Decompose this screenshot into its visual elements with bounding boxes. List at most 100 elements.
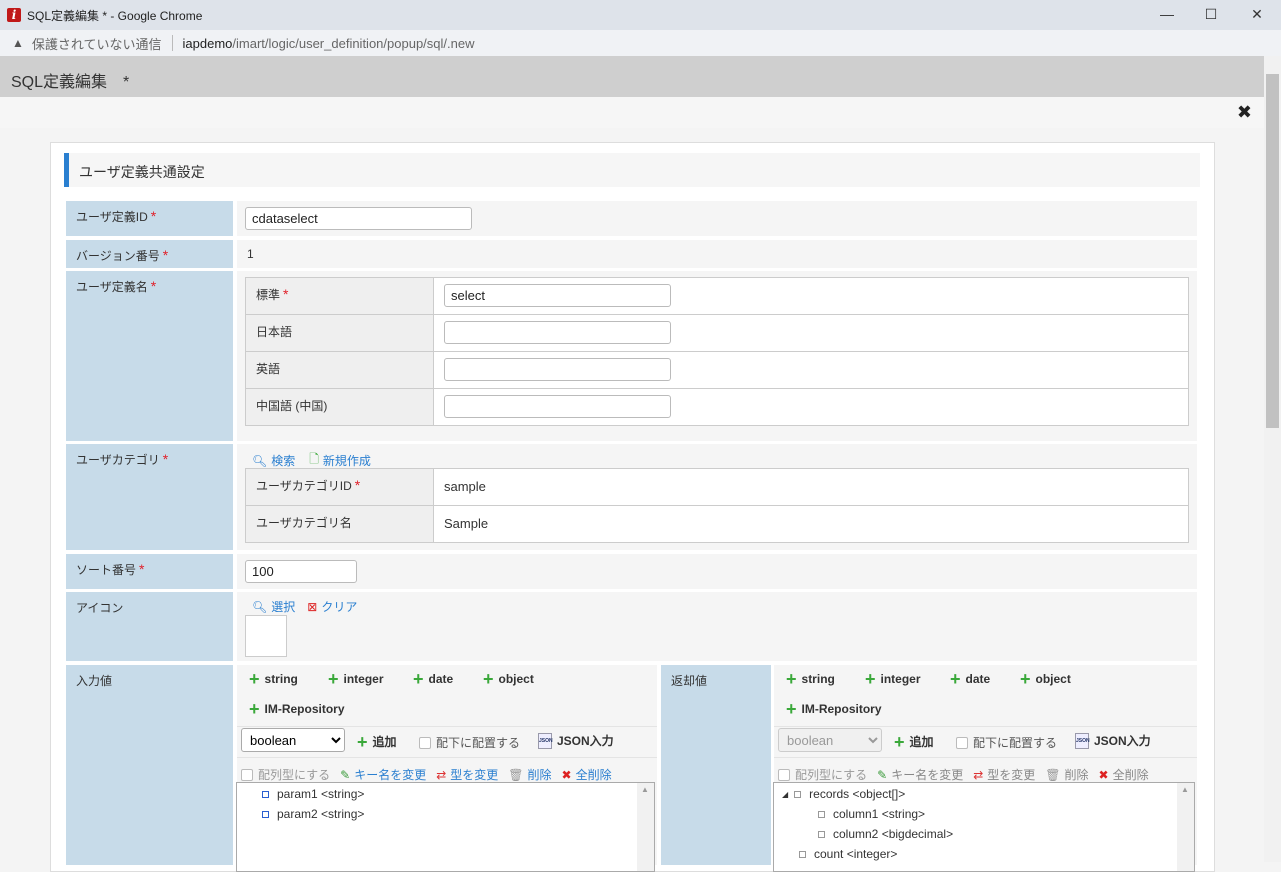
icon-select-link[interactable]: 🔍︎ 選択	[252, 598, 295, 615]
name-table: 標準* 日本語 英語 中国語 (中国)	[245, 277, 1189, 426]
label-text: ユーザ定義ID	[76, 210, 148, 224]
in-array-checkbox[interactable]: 配列型にする	[241, 766, 330, 783]
category-id-label: ユーザカテゴリID *	[245, 468, 434, 506]
name-english-input[interactable]	[444, 358, 671, 381]
button-text: キー名を変更	[891, 768, 964, 782]
in-json-input-button[interactable]: JSON JSON入力	[538, 732, 614, 749]
tree-node[interactable]: count <integer>	[799, 847, 897, 861]
sort-number-label: ソート番号 *	[66, 554, 233, 589]
out-add-object-button[interactable]: + object	[1020, 670, 1071, 688]
in-add-button[interactable]: + 追加	[357, 733, 397, 751]
in-place-under-checkbox[interactable]: 配下に配置する	[419, 734, 520, 751]
in-add-integer-button[interactable]: + integer	[328, 670, 384, 688]
tree-node[interactable]: param2 <string>	[262, 807, 364, 821]
node-icon	[818, 830, 825, 838]
expand-icon[interactable]: ◢	[782, 790, 788, 799]
input-values-label: 入力値	[66, 665, 233, 865]
tree-node[interactable]: column1 <string>	[818, 807, 925, 821]
version-value: 1	[237, 240, 1197, 268]
warning-icon: ▲	[12, 36, 24, 50]
out-tree-toolbar: 配列型にする ✎ キー名を変更 ⇄ 型を変更 🗑︎ 削除 ✖ 全削除	[778, 766, 1149, 783]
out-array-checkbox[interactable]: 配列型にする	[778, 766, 867, 783]
category-id-value: sample	[433, 468, 1189, 506]
icon-clear-link[interactable]: ⊠ クリア	[307, 598, 357, 615]
sort-number-input[interactable]	[245, 560, 357, 583]
plus-icon: +	[786, 669, 797, 689]
in-delete-button[interactable]: 🗑︎ 削除	[508, 766, 551, 783]
checkbox[interactable]	[778, 768, 790, 781]
json-file-icon: JSON	[1075, 732, 1090, 749]
out-place-under-checkbox[interactable]: 配下に配置する	[956, 734, 1057, 751]
name-japanese-input[interactable]	[444, 321, 671, 344]
required-mark: *	[354, 477, 361, 493]
icon-actions: 🔍︎ 選択 ⊠ クリア	[252, 598, 357, 615]
icon-preview	[245, 615, 287, 657]
type-text: date	[965, 672, 991, 686]
out-delete-all-button[interactable]: ✖ 全削除	[1099, 766, 1149, 783]
in-rename-key-button[interactable]: ✎ キー名を変更	[340, 766, 426, 783]
close-window-button[interactable]: ✕	[1247, 6, 1267, 23]
button-text: 追加	[372, 735, 397, 749]
in-type-select[interactable]: boolean	[241, 728, 345, 752]
maximize-button[interactable]: ☐	[1201, 6, 1221, 23]
minimize-button[interactable]: —	[1157, 6, 1177, 22]
scroll-up-icon[interactable]: ▲	[641, 785, 649, 794]
out-add-integer-button[interactable]: + integer	[865, 670, 921, 688]
out-json-input-button[interactable]: JSON JSON入力	[1075, 732, 1151, 749]
required-mark: *	[162, 247, 169, 263]
out-type-select[interactable]: boolean	[778, 728, 882, 752]
in-tree[interactable]: ▲ param1 <string> param2 <string>	[236, 782, 655, 872]
address-bar[interactable]: ▲ 保護されていない通信 iapdemo/imart/logic/user_de…	[0, 30, 1281, 56]
checkbox[interactable]	[419, 736, 431, 749]
in-add-object-button[interactable]: + object	[483, 670, 534, 688]
clear-image-icon: ⊠	[307, 599, 318, 614]
window-title: SQL定義編集 * - Google Chrome	[27, 8, 203, 23]
button-text: 全削除	[1112, 768, 1149, 782]
out-rename-key-button[interactable]: ✎ キー名を変更	[877, 766, 963, 783]
button-text: JSON入力	[557, 734, 614, 748]
divider	[774, 757, 1197, 758]
out-add-date-button[interactable]: + date	[950, 670, 991, 688]
swap-icon: ⇄	[973, 767, 984, 782]
name-value-cell	[433, 277, 1189, 315]
in-add-date-button[interactable]: + date	[413, 670, 454, 688]
checkbox[interactable]	[241, 768, 253, 781]
out-change-type-button[interactable]: ⇄ 型を変更	[973, 766, 1035, 783]
checkbox[interactable]	[956, 736, 968, 749]
out-add-button[interactable]: + 追加	[894, 733, 934, 751]
in-add-string-button[interactable]: + string	[249, 670, 298, 688]
required-mark: *	[139, 561, 145, 577]
url-host: iapdemo	[182, 35, 233, 51]
lang-text: 標準	[256, 288, 281, 302]
type-text: object	[498, 672, 534, 686]
in-add-im-repository-button[interactable]: + IM-Repository	[249, 700, 345, 718]
json-file-icon: JSON	[538, 732, 553, 749]
name-standard-input[interactable]	[444, 284, 671, 307]
user-definition-id-input[interactable]	[245, 207, 472, 230]
type-text: date	[428, 672, 454, 686]
label-text: バージョン番号	[76, 249, 160, 263]
scrollbar-thumb[interactable]	[1266, 74, 1279, 428]
link-text: 検索	[271, 454, 296, 468]
name-chinese-input[interactable]	[444, 395, 671, 418]
out-add-im-repository-button[interactable]: + IM-Repository	[786, 700, 882, 718]
in-change-type-button[interactable]: ⇄ 型を変更	[436, 766, 498, 783]
tree-node[interactable]: ◢ records <object[]>	[782, 787, 905, 801]
in-delete-all-button[interactable]: ✖ 全削除	[562, 766, 612, 783]
name-row-chinese: 中国語 (中国)	[245, 388, 1189, 426]
pencil-icon: ✎	[877, 767, 888, 782]
type-text: IM-Repository	[264, 702, 345, 716]
out-tree[interactable]: ▲ ◢ records <object[]> column1 <string> colu…	[773, 782, 1195, 872]
button-text: 削除	[1064, 768, 1089, 782]
divider	[171, 35, 173, 51]
tree-node[interactable]: column2 <bigdecimal>	[818, 827, 953, 841]
tree-scrollbar[interactable]: ▲	[637, 783, 654, 871]
tree-node[interactable]: param1 <string>	[262, 787, 364, 801]
tree-scrollbar[interactable]: ▲	[1177, 783, 1194, 871]
scroll-up-icon[interactable]: ▲	[1181, 785, 1189, 794]
node-label: param2 <string>	[277, 807, 365, 821]
out-delete-button[interactable]: 🗑︎ 削除	[1045, 766, 1088, 783]
node-icon	[262, 810, 269, 818]
out-add-string-button[interactable]: + string	[786, 669, 835, 689]
close-dialog-button[interactable]: ✖	[1237, 102, 1252, 123]
